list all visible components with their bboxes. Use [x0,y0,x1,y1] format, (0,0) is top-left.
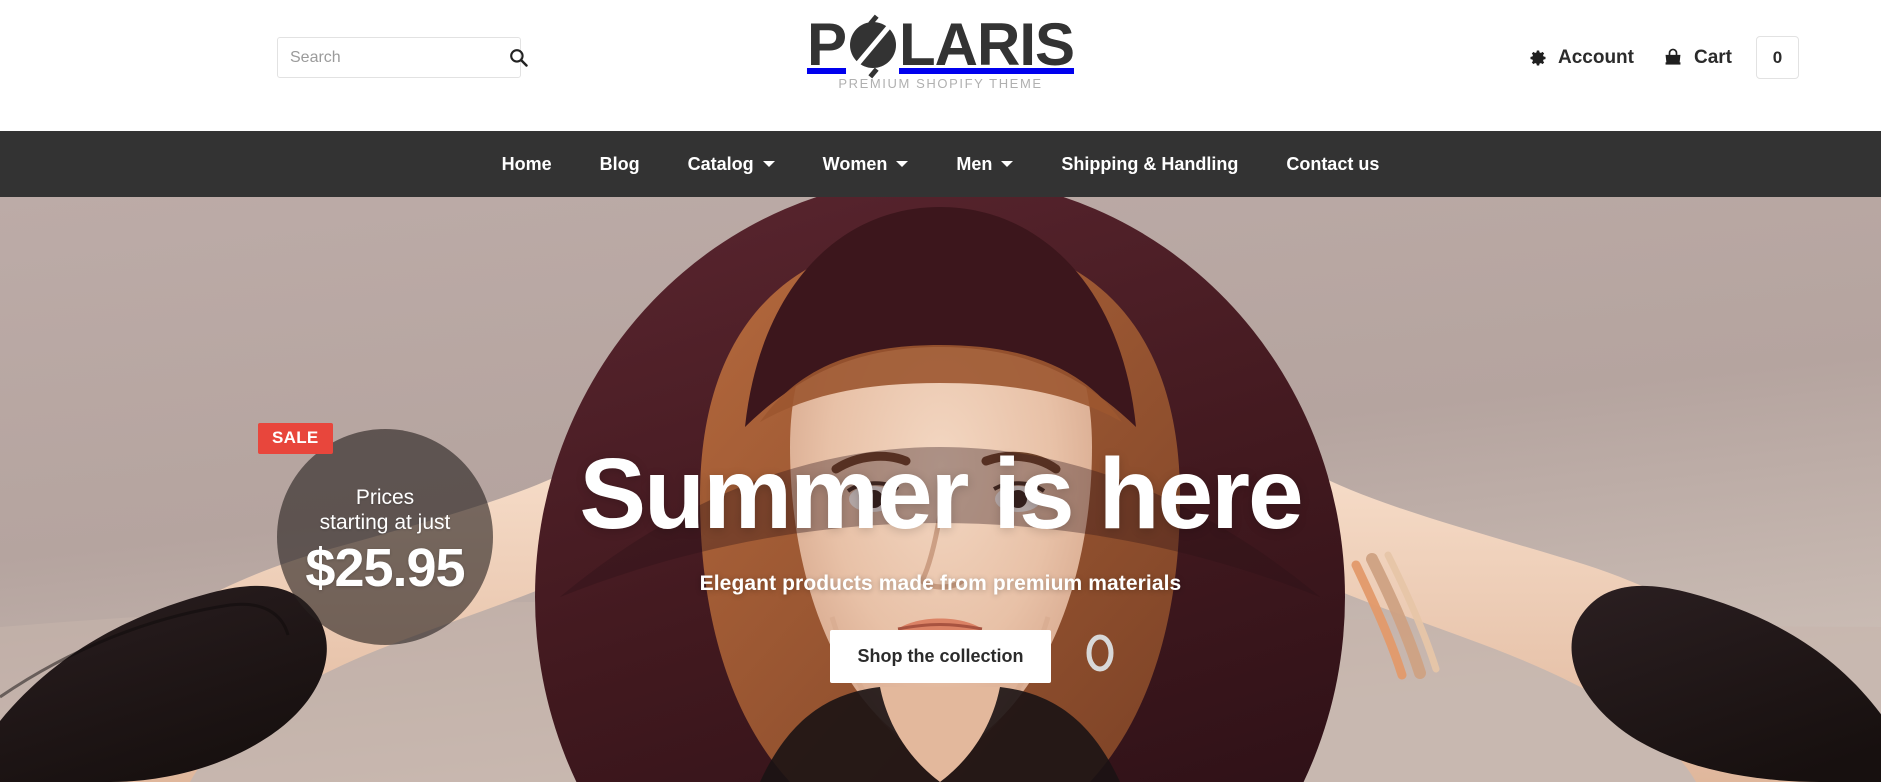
cart-label: Cart [1693,46,1732,68]
search-icon [509,48,528,67]
nav-label: Contact us [1286,153,1380,174]
logo-link[interactable]: P LARIS [806,11,1075,79]
search-submit-button[interactable] [509,38,528,77]
shopping-bag-icon [1662,47,1684,68]
nav-item-women[interactable]: Women [799,154,933,175]
nav-label: Shipping & Handling [1061,153,1239,174]
nav-label: Women [822,153,888,174]
header-actions: Account Cart 0 [1528,36,1799,79]
site-header: P LARIS PREMIUM SHOPIFY THEME Account [0,0,1881,131]
sale-price: $25.95 [305,538,465,598]
account-link[interactable]: Account [1528,47,1634,69]
nav-list: Home Blog Catalog Women Men Shipping & H… [478,154,1404,175]
main-navigation: Home Blog Catalog Women Men Shipping & H… [0,131,1881,197]
chevron-down-icon [896,161,909,167]
nav-item-catalog[interactable]: Catalog [664,154,799,175]
search-input[interactable] [278,38,509,77]
shop-the-collection-button[interactable]: Shop the collection [830,630,1051,683]
chevron-down-icon [1001,161,1014,167]
nav-label: Catalog [687,153,754,174]
nav-label: Men [956,153,993,174]
nav-item-blog[interactable]: Blog [576,154,664,175]
nav-label: Blog [599,153,640,174]
logo-text-before: P [806,11,847,78]
logo-text-after: LARIS [899,11,1075,78]
hero-banner: SALE Prices starting at just $25.95 Summ… [0,197,1881,782]
cart-count-badge[interactable]: 0 [1756,36,1799,79]
nav-item-shipping-handling[interactable]: Shipping & Handling [1037,154,1262,175]
nav-item-home[interactable]: Home [478,154,576,175]
chevron-down-icon [762,161,775,167]
nav-item-contact-us[interactable]: Contact us [1262,154,1403,175]
gear-icon [1528,48,1548,68]
nav-item-men[interactable]: Men [932,154,1037,175]
search-box[interactable] [277,37,528,78]
account-label: Account [1557,46,1634,68]
hero-photo [0,197,1881,782]
sale-tag: SALE [258,423,333,454]
cart-link[interactable]: Cart 0 [1662,36,1799,79]
sale-badge: SALE Prices starting at just $25.95 [258,423,493,645]
planet-slash-icon [848,14,898,79]
sale-line-2: starting at just [319,511,451,534]
sale-line-1: Prices [355,486,415,509]
nav-label: Home [501,153,552,174]
